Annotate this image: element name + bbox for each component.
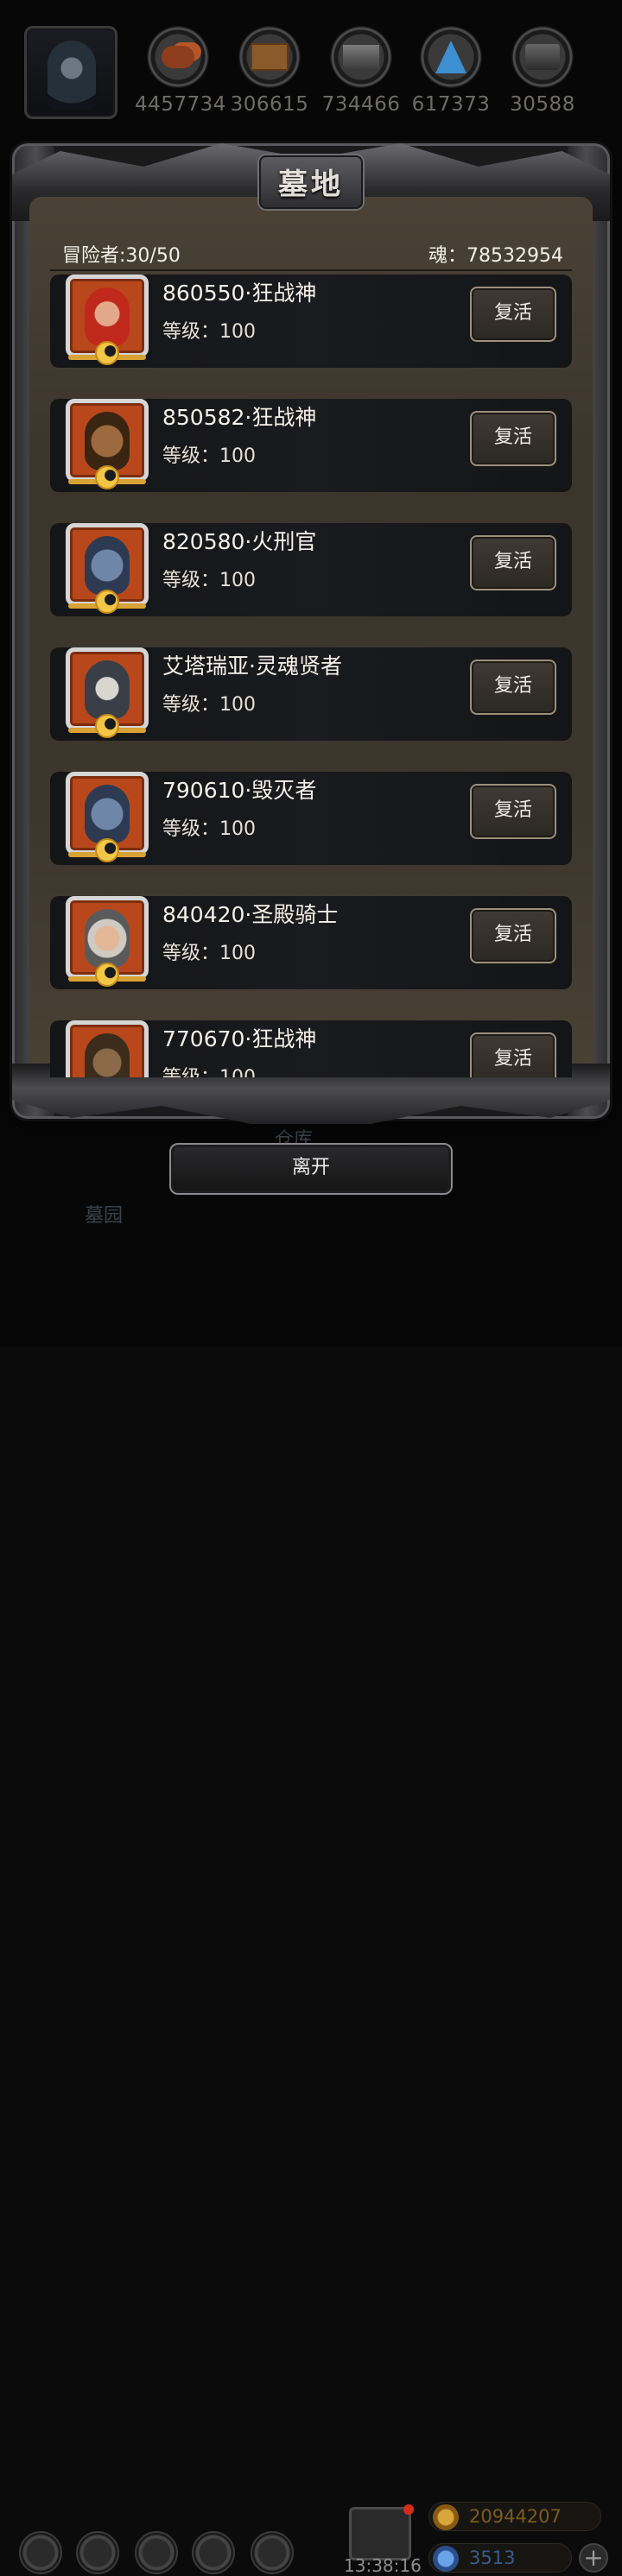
resource-wood[interactable]: 306615 — [226, 26, 313, 116]
resource-stone[interactable]: 30588 — [499, 26, 586, 116]
white-haired-knight-portrait-icon — [85, 909, 130, 968]
gold-counter[interactable]: 20944207 — [428, 2502, 601, 2531]
hero-name: 850582·狂战神 — [162, 405, 317, 430]
mail-icon[interactable] — [192, 2531, 235, 2574]
gem-icon — [433, 2546, 459, 2572]
gift-button[interactable] — [349, 2504, 414, 2560]
add-currency-button[interactable]: + — [579, 2543, 608, 2573]
moon-badge-icon — [95, 714, 119, 738]
list-item: 840420·圣殿骑士 等级：100 复活 — [50, 896, 572, 989]
adventurer-count: 冒险者:30/50 — [62, 245, 181, 267]
leave-button[interactable]: 离开 — [169, 1143, 453, 1195]
fallen-hero-list[interactable]: 860550·狂战神 等级：100 复活 850582·狂战神 等级：100 复… — [50, 271, 572, 1077]
resource-value: 617373 — [411, 93, 491, 116]
list-item: 850582·狂战神 等级：100 复活 — [50, 399, 572, 492]
hero-level: 等级：100 — [162, 570, 256, 591]
hero-name: 790610·毁灭者 — [162, 778, 317, 803]
hero-level: 等级：100 — [162, 445, 256, 467]
list-item: 艾塔瑞亚·灵魂贤者 等级：100 复活 — [50, 647, 572, 741]
list-item: 860550·狂战神 等级：100 复活 — [50, 275, 572, 368]
box-icon[interactable] — [251, 2531, 294, 2574]
red-haired-woman-portrait-icon — [85, 287, 130, 346]
resource-meat[interactable]: 4457734 — [135, 26, 226, 116]
gold-coin-icon — [433, 2504, 459, 2530]
revive-button[interactable]: 复活 — [470, 908, 556, 963]
masked-warrior-portrait-icon — [85, 1033, 130, 1077]
hero-name: 820580·火刑官 — [162, 529, 317, 554]
soul-count: 魂：78532954 — [428, 245, 563, 267]
rank-icon[interactable] — [135, 2531, 178, 2574]
revive-button[interactable]: 复活 — [470, 287, 556, 342]
hero-level: 等级：100 — [162, 321, 256, 343]
resource-value: 4457734 — [135, 93, 226, 116]
stone-icon — [511, 26, 574, 88]
resource-value: 306615 — [230, 93, 309, 116]
hero-avatar[interactable] — [66, 896, 149, 987]
stats-row: 冒险者:30/50 魂：78532954 — [50, 238, 572, 271]
meat-icon — [147, 26, 209, 88]
resource-crystal[interactable]: 617373 — [408, 26, 494, 116]
hero-avatar[interactable] — [66, 275, 149, 365]
hooded-woman-portrait-icon — [85, 660, 130, 719]
hero-level: 等级：100 — [162, 1062, 256, 1077]
hero-level: 等级：100 — [162, 943, 256, 964]
hero-avatar[interactable] — [66, 1020, 149, 1077]
iron-icon — [330, 26, 392, 88]
wood-icon — [238, 26, 301, 88]
resource-value: 734466 — [321, 93, 401, 116]
settings-icon[interactable] — [19, 2531, 62, 2574]
hero-level: 等级：100 — [162, 694, 256, 716]
hero-avatar[interactable] — [66, 772, 149, 862]
hero-name: 840420·圣殿骑士 — [162, 902, 339, 927]
revive-button[interactable]: 复活 — [470, 411, 556, 466]
notification-dot-icon — [403, 2504, 414, 2515]
moon-badge-icon — [95, 590, 119, 614]
revive-button[interactable]: 复活 — [470, 784, 556, 839]
crystal-icon — [420, 26, 482, 88]
gem-value: 3513 — [469, 2548, 516, 2568]
resource-value: 30588 — [510, 93, 575, 116]
moon-badge-icon — [95, 838, 119, 862]
moon-badge-icon — [95, 963, 119, 987]
horned-beast-portrait-icon — [85, 785, 130, 843]
dialog-title: 墓地 — [278, 167, 344, 202]
player-portrait-icon — [48, 41, 96, 110]
horned-beast-portrait-icon — [85, 536, 130, 595]
revive-button[interactable]: 复活 — [470, 535, 556, 590]
hero-name: 艾塔瑞亚·灵魂贤者 — [162, 653, 342, 679]
hero-avatar[interactable] — [66, 399, 149, 489]
hero-avatar[interactable] — [66, 647, 149, 738]
hero-name: 860550·狂战神 — [162, 281, 317, 306]
gem-counter[interactable]: 3513 — [428, 2543, 572, 2573]
resource-bar: 4457734 306615 734466 617373 30588 — [0, 0, 622, 129]
clock-text: 13:38:16 — [344, 2555, 422, 2576]
list-item: 770670·狂战神 等级：100 复活 — [50, 1020, 572, 1077]
resource-iron[interactable]: 734466 — [318, 26, 404, 116]
revive-button[interactable]: 复活 — [470, 1032, 556, 1077]
hero-name: 770670·狂战神 — [162, 1026, 317, 1051]
hero-level: 等级：100 — [162, 818, 256, 840]
list-item: 790610·毁灭者 等级：100 复活 — [50, 772, 572, 865]
player-avatar[interactable] — [24, 26, 117, 119]
moon-badge-icon — [95, 465, 119, 489]
brute-warrior-portrait-icon — [85, 412, 130, 470]
star-icon[interactable] — [76, 2531, 119, 2574]
list-item: 820580·火刑官 等级：100 复活 — [50, 523, 572, 616]
revive-button[interactable]: 复活 — [470, 660, 556, 715]
hero-avatar[interactable] — [66, 523, 149, 614]
gold-value: 20944207 — [469, 2506, 562, 2527]
moon-badge-icon — [95, 341, 119, 365]
